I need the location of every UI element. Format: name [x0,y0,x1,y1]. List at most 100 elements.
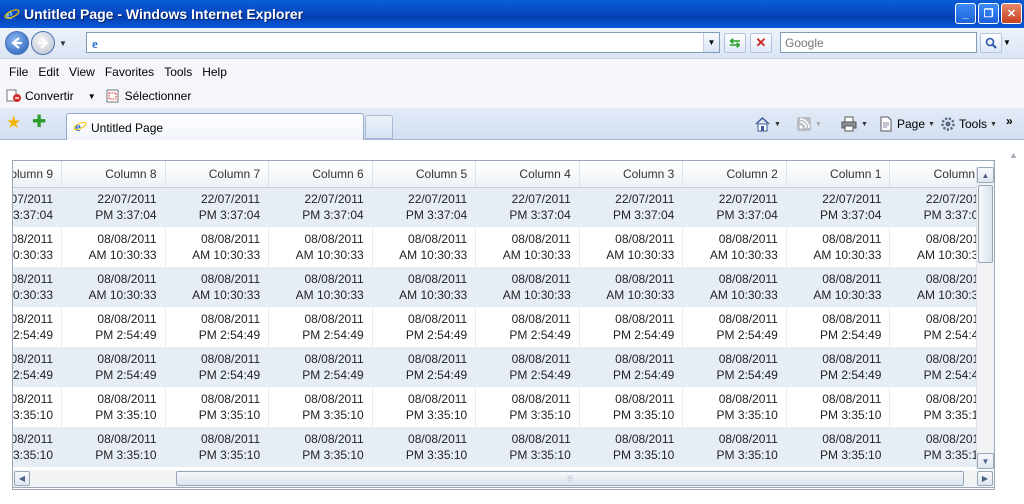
menu-edit[interactable]: Edit [33,63,64,81]
grid-cell[interactable]: 08/08/2011 AM 10:30:33 [682,267,787,307]
grid-cell[interactable]: 22/07/2011PM 3:37:04 [268,187,373,227]
page-scroll-up-icon[interactable]: ▲ [1005,146,1022,163]
grid-scroll-up-icon[interactable]: ▲ [977,167,994,183]
grid-cell[interactable]: 08/08/2011 PM 3:35:10 [165,427,270,467]
grid-cell[interactable]: 08/08/2011 PM 2:54:49 [13,307,63,347]
grid-cell[interactable]: 08/08/2011 PM 2:54:49 [682,307,787,347]
grid-cell[interactable]: 22/07/2011PM 3:37:04 [579,187,684,227]
grid-cell[interactable]: 08/08/2011 AM 10:30:33 [372,227,477,267]
grid-cell[interactable]: 08/08/2011 AM 10:30:33 [13,227,63,267]
maximize-button[interactable]: ❐ [978,3,999,24]
grid-cell[interactable]: 08/08/2011 PM 3:35:10 [13,427,63,467]
table-row[interactable]: 08/08/2011 PM 3:35:10 08/08/2011 PM 3:35:10… [13,427,994,467]
grid-cell[interactable]: 08/08/2011 PM 3:35:10 [682,427,787,467]
grid-cell[interactable]: 22/07/2011PM 3:37:04 [682,187,787,227]
grid-cell[interactable]: 08/08/2011 PM 3:35:10 [165,387,270,427]
grid-scroll-down-icon[interactable]: ▼ [977,453,994,469]
grid-cell[interactable]: 08/08/2011 AM 10:30:33 [61,267,166,307]
grid-cell[interactable]: 08/08/2011 AM 10:30:33 [13,267,63,307]
grid-cell[interactable]: 08/08/2011 PM 2:54:49 [165,347,270,387]
home-button[interactable]: ▼ [754,116,781,132]
grid-cell[interactable]: 08/08/2011 PM 3:35:10 [61,387,166,427]
print-button[interactable]: ▼ [840,116,868,132]
table-row[interactable]: 08/08/2011 AM 10:30:33 08/08/2011 AM 10:30:… [13,227,994,267]
grid-cell[interactable]: 08/08/2011 PM 2:54:49 [13,347,63,387]
grid-cell[interactable]: 08/08/2011 PM 3:35:10 [579,387,684,427]
grid-cell[interactable]: 08/08/2011 PM 2:54:49 [682,347,787,387]
stop-button[interactable]: ✕ [750,33,772,53]
grid-vertical-scrollbar[interactable]: ▲ ▼ [976,167,994,469]
column-header[interactable]: Column 3 [579,161,684,188]
home-dropdown-icon[interactable]: ▼ [774,121,781,128]
column-header[interactable]: Column 9 [13,161,63,188]
grid-cell[interactable]: 08/08/2011 PM 2:54:49 [579,307,684,347]
column-header[interactable]: Column 4 [475,161,580,188]
grid-cell[interactable]: 08/08/2011 PM 2:54:49 [786,347,891,387]
grid-cell[interactable]: 08/08/2011 AM 10:30:33 [165,267,270,307]
grid-cell[interactable]: 08/08/2011 AM 10:30:33 [372,267,477,307]
column-header[interactable]: Column 6 [268,161,373,188]
grid-cell[interactable]: 08/08/2011 PM 2:54:49 [786,307,891,347]
menu-favorites[interactable]: Favorites [100,63,159,81]
print-dropdown-icon[interactable]: ▼ [861,121,868,128]
grid-cell[interactable]: 08/08/2011 PM 3:35:10 [475,387,580,427]
new-tab-button[interactable] [365,115,393,139]
grid-cell[interactable]: 08/08/2011 PM 3:35:10 [786,427,891,467]
table-row[interactable]: 08/08/2011 PM 3:35:10 08/08/2011 PM 3:35:10… [13,387,994,427]
grid-cell[interactable]: 08/08/2011 AM 10:30:33 [786,267,891,307]
address-input[interactable] [105,33,703,52]
chevron-more-icon[interactable]: » [1006,114,1013,128]
page-vertical-scrollbar[interactable]: ▲ [1005,146,1022,502]
menu-tools[interactable]: Tools [159,63,197,81]
page-menu-button[interactable]: Page ▼ [878,116,935,132]
grid-cell[interactable]: 08/08/2011 PM 3:35:10 [372,387,477,427]
grid-cell[interactable]: 22/07/2011PM 3:37:04 [165,187,270,227]
column-header[interactable]: Column 8 [61,161,166,188]
table-row[interactable]: 22/07/2011PM 3:37:0422/07/2011PM 3:37:04… [13,187,994,227]
select-button[interactable]: Sélectionner [106,89,191,103]
feeds-button[interactable]: ▼ [796,116,822,132]
grid-cell[interactable]: 08/08/2011 PM 3:35:10 [682,387,787,427]
grid-horizontal-scrollbar[interactable]: ◀ ⦙⦙⦙ ▶ [12,470,995,488]
grid-horizontal-scroll-thumb[interactable]: ⦙⦙⦙ [176,471,964,486]
grid-scroll-right-icon[interactable]: ▶ [977,471,993,486]
grid-cell[interactable]: 08/08/2011 AM 10:30:33 [786,227,891,267]
grid-cell[interactable]: 22/07/2011PM 3:37:04 [475,187,580,227]
menu-help[interactable]: Help [197,63,232,81]
grid-cell[interactable]: 08/08/2011 PM 3:35:10 [268,387,373,427]
grid-cell[interactable]: 08/08/2011 PM 2:54:49 [165,307,270,347]
menu-file[interactable]: File [4,63,33,81]
favorites-star-icon[interactable]: ★ [6,114,21,131]
grid-cell[interactable]: 08/08/2011 PM 2:54:49 [372,347,477,387]
tools-menu-button[interactable]: Tools ▼ [940,116,997,132]
grid-cell[interactable]: 08/08/2011 PM 3:35:10 [13,387,63,427]
grid-cell[interactable]: 08/08/2011 PM 2:54:49 [61,307,166,347]
grid-cell[interactable]: 08/08/2011 PM 2:54:49 [475,307,580,347]
minimize-button[interactable]: _ [955,3,976,24]
tab-untitled-page[interactable]: e Untitled Page [66,113,364,141]
refresh-button[interactable]: ⇆ [724,33,746,53]
table-row[interactable]: 08/08/2011 AM 10:30:33 08/08/2011 AM 10:30:… [13,267,994,307]
grid-cell[interactable]: 08/08/2011 AM 10:30:33 [682,227,787,267]
grid-cell[interactable]: 08/08/2011 PM 2:54:49 [579,347,684,387]
grid-cell[interactable]: 08/08/2011 PM 2:54:49 [268,347,373,387]
grid-cell[interactable]: 08/08/2011 AM 10:30:33 [579,227,684,267]
grid-cell[interactable]: 08/08/2011 AM 10:30:33 [475,267,580,307]
grid-vertical-scroll-thumb[interactable] [978,185,993,263]
menu-view[interactable]: View [64,63,100,81]
grid-cell[interactable]: 08/08/2011 PM 3:35:10 [786,387,891,427]
grid-cell[interactable]: 08/08/2011 PM 3:35:10 [579,427,684,467]
forward-button[interactable] [31,31,55,55]
grid-cell[interactable]: 08/08/2011 PM 3:35:10 [372,427,477,467]
grid-cell[interactable]: 22/07/2011PM 3:37:04 [13,187,63,227]
convert-dropdown-icon[interactable]: ▼ [88,92,96,101]
back-button[interactable] [5,31,29,55]
grid-cell[interactable]: 22/07/2011PM 3:37:04 [372,187,477,227]
search-input[interactable] [781,33,976,52]
grid-cell[interactable]: 08/08/2011 AM 10:30:33 [165,227,270,267]
grid-cell[interactable]: 08/08/2011 PM 3:35:10 [268,427,373,467]
grid-cell[interactable]: 08/08/2011 PM 2:54:49 [475,347,580,387]
search-button[interactable] [980,33,1002,53]
table-row[interactable]: 08/08/2011 PM 2:54:49 08/08/2011 PM 2:54:49… [13,307,994,347]
close-window-button[interactable]: ✕ [1001,3,1022,24]
